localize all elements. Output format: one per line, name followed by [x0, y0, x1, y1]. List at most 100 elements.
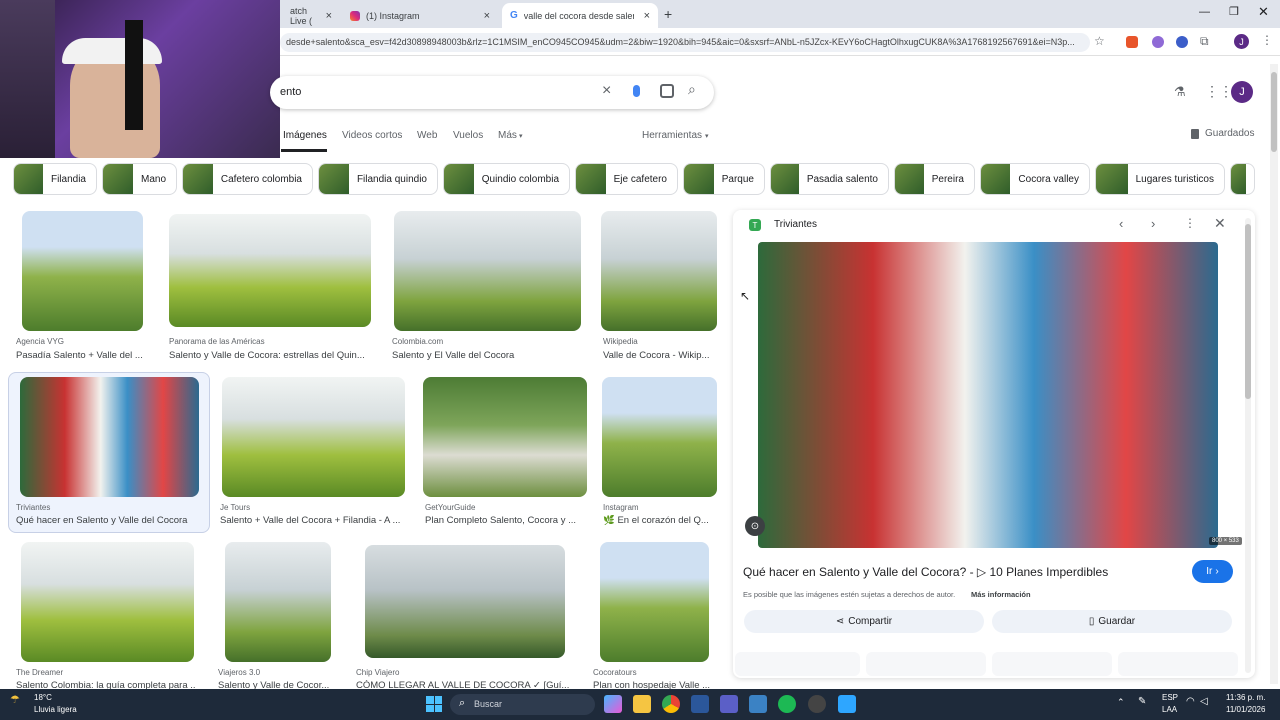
puzzle-icon[interactable]: ⧉ [1200, 34, 1209, 49]
volume-icon[interactable]: ◁ [1200, 696, 1208, 707]
result-image[interactable] [225, 542, 331, 662]
result-title[interactable]: Salento y El Valle del Cocora [392, 350, 582, 361]
tools-button[interactable]: Herramientas [642, 130, 702, 141]
obs-icon[interactable] [808, 695, 826, 713]
chip-filandia[interactable]: Filandia [13, 163, 97, 195]
tab-more[interactable]: Más [498, 130, 517, 141]
lens-icon[interactable] [660, 84, 674, 98]
result-title[interactable]: Salento + Valle del Cocora + Filandia - … [220, 515, 406, 526]
restore-icon[interactable]: ❐ [1229, 5, 1239, 18]
url-field[interactable]: desde+salento&sca_esv=f42d30898948003b&r… [280, 33, 1090, 52]
extension-icon[interactable] [1152, 36, 1164, 48]
search-box[interactable]: ento × ⌕ [270, 76, 714, 109]
kebab-menu-icon[interactable]: ⋮ [1261, 33, 1273, 47]
preview-image[interactable] [758, 242, 1218, 548]
panel-source[interactable]: Triviantes [774, 219, 817, 230]
windows-start-icon[interactable] [426, 696, 442, 712]
result-title[interactable]: Salento Colombia: la guía completa para … [16, 680, 196, 689]
result-image[interactable] [20, 377, 199, 497]
more-info-link[interactable]: Más información [971, 590, 1031, 599]
share-button[interactable]: ⋖ Compartir [744, 610, 984, 633]
clock-time[interactable]: 11:36 p. m. [1226, 693, 1265, 702]
copilot-icon[interactable] [604, 695, 622, 713]
close-icon[interactable]: × [484, 10, 490, 22]
extension-icon[interactable] [1176, 36, 1188, 48]
new-tab-button[interactable]: + [664, 6, 672, 22]
more-options-icon[interactable]: ⋮ [1184, 216, 1196, 230]
microphone-icon[interactable] [633, 85, 640, 97]
related-thumbnail[interactable] [735, 652, 860, 676]
visit-button[interactable]: Ir › [1192, 560, 1233, 583]
search-query[interactable]: ento [280, 86, 301, 98]
result-title[interactable]: Qué hacer en Salento y Valle del Cocora [16, 515, 206, 526]
close-icon[interactable]: × [326, 10, 332, 22]
panel-title[interactable]: Qué hacer en Salento y Valle del Cocora?… [743, 565, 1108, 579]
result-image[interactable] [21, 542, 194, 662]
apps-grid-icon[interactable]: ⋮⋮ [1205, 83, 1233, 100]
chip-mano[interactable]: Mano [102, 163, 177, 195]
tab-short-videos[interactable]: Videos cortos [342, 130, 402, 141]
search-icon[interactable]: ⌕ [688, 81, 696, 98]
window-close-icon[interactable]: ✕ [1258, 4, 1269, 20]
result-title[interactable]: Pasadía Salento + Valle del ... [16, 350, 152, 361]
taskbar-search[interactable]: ⌕ Buscar [450, 694, 595, 715]
result-title[interactable]: Salento y Valle de Cocor... [218, 680, 338, 689]
chip-cocora-valley[interactable]: Cocora valley [980, 163, 1090, 195]
tab-flights[interactable]: Vuelos [453, 130, 483, 141]
tab-twitch[interactable]: atch Live ( × [282, 3, 340, 28]
word-icon[interactable] [691, 695, 709, 713]
clear-icon[interactable]: × [602, 82, 611, 100]
result-title[interactable]: Plan Completo Salento, Cocora y ... [425, 515, 587, 526]
app-icon[interactable] [749, 695, 767, 713]
result-image[interactable] [600, 542, 709, 662]
tab-web[interactable]: Web [417, 130, 437, 141]
result-title[interactable]: CÓMO LLEGAR AL VALLE DE COCORA ✓ [Guí... [356, 680, 571, 689]
chip-pasadia-salento[interactable]: Pasadia salento [770, 163, 889, 195]
weather-status[interactable]: Lluvia ligera [34, 705, 77, 714]
result-image[interactable] [394, 211, 581, 331]
labs-icon[interactable]: ⚗ [1174, 84, 1186, 100]
result-title[interactable]: Plan con hospedaje Valle ... [593, 680, 713, 689]
result-title[interactable]: 🌿 En el corazón del Q... [603, 515, 717, 526]
result-image[interactable] [365, 545, 565, 658]
chip-partial[interactable] [1230, 163, 1255, 195]
result-title[interactable]: Valle de Cocora - Wikip... [603, 350, 717, 361]
result-image[interactable] [601, 211, 717, 331]
result-title[interactable]: Salento y Valle de Cocora: estrellas del… [169, 350, 371, 361]
input-language[interactable]: ESP [1162, 693, 1178, 702]
chip-parque[interactable]: Parque [683, 163, 765, 195]
chip-cafetero-colombia[interactable]: Cafetero colombia [182, 163, 313, 195]
tab-instagram[interactable]: (1) Instagram × [342, 3, 498, 28]
bookmark-star-icon[interactable]: ☆ [1094, 34, 1105, 48]
teams-icon[interactable] [720, 695, 738, 713]
close-icon[interactable]: × [644, 10, 650, 22]
app-icon[interactable] [838, 695, 856, 713]
page-scrollbar[interactable] [1270, 64, 1278, 684]
clock-date[interactable]: 11/01/2026 [1226, 705, 1265, 714]
related-thumbnail[interactable] [992, 652, 1112, 676]
result-image[interactable] [22, 211, 143, 331]
chip-eje-cafetero[interactable]: Eje cafetero [575, 163, 678, 195]
chip-quindio-colombia[interactable]: Quindio colombia [443, 163, 570, 195]
result-image[interactable] [222, 377, 405, 497]
result-image[interactable] [169, 214, 371, 327]
chip-pereira[interactable]: Pereira [894, 163, 975, 195]
chrome-icon[interactable] [662, 695, 680, 713]
extension-icon[interactable] [1126, 36, 1138, 48]
saved-link[interactable]: Guardados [1205, 128, 1254, 139]
tray-chevron-icon[interactable]: ⌃ [1117, 697, 1125, 708]
result-image[interactable] [423, 377, 587, 497]
keyboard-layout[interactable]: LAA [1162, 705, 1177, 714]
profile-avatar[interactable]: J [1234, 34, 1249, 49]
tab-google-search[interactable]: G valle del cocora desde salento × [502, 3, 658, 28]
panel-scrollbar[interactable] [1245, 218, 1251, 673]
account-avatar[interactable]: J [1231, 81, 1253, 103]
chip-lugares-turisticos[interactable]: Lugares turisticos [1095, 163, 1225, 195]
related-thumbnail[interactable] [866, 652, 986, 676]
spotify-icon[interactable] [778, 695, 796, 713]
save-button[interactable]: ▯ Guardar [992, 610, 1232, 633]
pen-icon[interactable]: ✎ [1138, 696, 1146, 707]
chip-filandia-quindio[interactable]: Filandia quindio [318, 163, 438, 195]
temperature[interactable]: 18°C [34, 693, 52, 702]
tab-images[interactable]: Imágenes [283, 130, 327, 141]
